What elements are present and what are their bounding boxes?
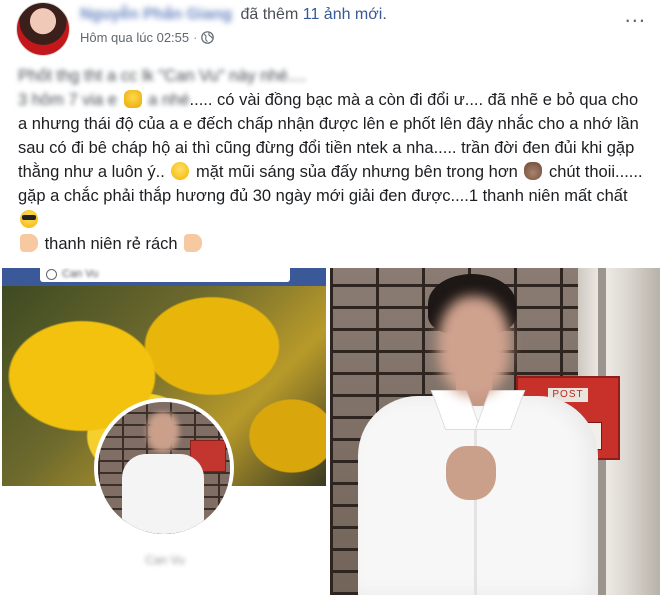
- victory-hand-emoji-icon: [20, 234, 38, 252]
- search-icon: [46, 269, 57, 280]
- blurred-line: Phốt thg tht a cc lk "Can Vu" này nhé...…: [18, 67, 307, 85]
- search-bar: Can Vu: [40, 268, 290, 282]
- hand: [446, 446, 496, 500]
- author-avatar[interactable]: [16, 2, 70, 56]
- blurred-face: [438, 296, 510, 396]
- post-message: Phốt thg tht a cc lk "Can Vu" này nhé...…: [18, 64, 648, 256]
- pray-emoji-icon: [123, 90, 142, 108]
- blurred-segment-mid: a nhé: [148, 91, 190, 109]
- search-text: Can Vu: [62, 268, 99, 280]
- person-image: [358, 268, 598, 595]
- blurred-segment-start: 3 hôm 7 via e: [18, 91, 118, 109]
- post-last-line: thanh niên rẻ rách: [18, 232, 648, 256]
- new-photos-link[interactable]: 11 ảnh mới: [303, 6, 383, 23]
- post-timestamp[interactable]: Hôm qua lúc 02:55: [80, 30, 189, 45]
- post-paragraph: 3 hôm 7 via e a nhé..... có vài đồng bạc…: [18, 88, 648, 232]
- more-options-button[interactable]: ...: [625, 4, 646, 26]
- globe-icon[interactable]: [201, 31, 215, 44]
- blurred-face: [147, 412, 179, 452]
- author-name[interactable]: Nguyễn Phấn Giang: [80, 6, 232, 24]
- pointing-hand-emoji-icon: [184, 234, 203, 252]
- person-image: [122, 402, 204, 534]
- profile-picture: [94, 398, 234, 538]
- profile-name-caption: Can Vu: [145, 553, 185, 567]
- post-header-line: Nguyễn Phấn Giang đã thêm 11 ảnh mới.: [80, 6, 387, 24]
- photo-profile-screenshot[interactable]: Can Vu Can Vu: [2, 268, 326, 595]
- photo-person[interactable]: POST: [330, 268, 660, 595]
- action-prefix: đã thêm: [240, 6, 299, 23]
- sunglasses-emoji-icon: [20, 210, 38, 228]
- post-meta: Hôm qua lúc 02:55 ·: [80, 30, 215, 45]
- poop-emoji-icon: [524, 162, 543, 180]
- white-shirt: [122, 454, 204, 534]
- laugh-emoji-icon: [171, 162, 190, 180]
- post-text-segment-2: mặt mũi sáng sủa đấy nhưng bên trong hơn: [191, 163, 518, 181]
- meta-separator: ·: [193, 30, 198, 45]
- action-suffix: .: [382, 6, 387, 23]
- facebook-top-bar: Can Vu: [2, 268, 326, 286]
- post-text-segment-4: thanh niên rẻ rách: [40, 235, 178, 253]
- facebook-post: Nguyễn Phấn Giang đã thêm 11 ảnh mới. Hô…: [0, 0, 660, 595]
